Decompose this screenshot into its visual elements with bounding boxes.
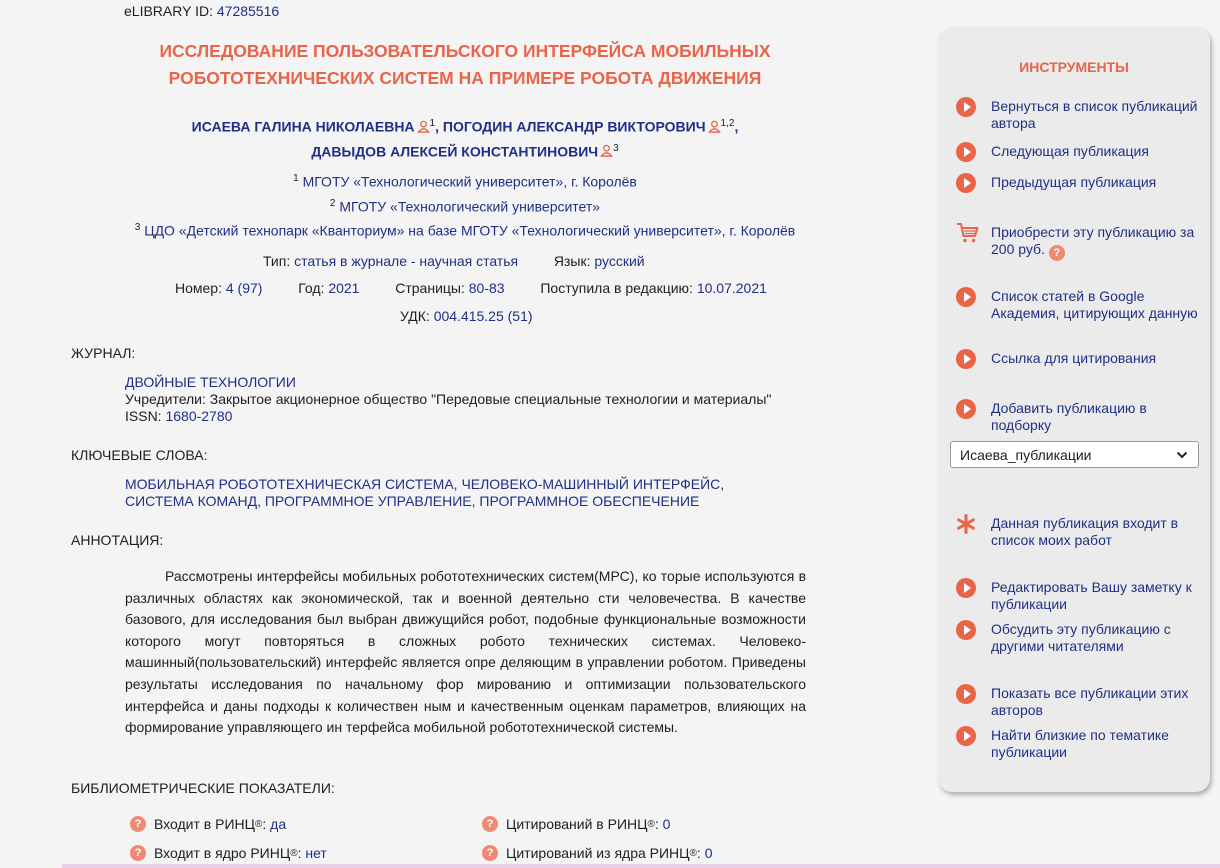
tools-sidebar: ИНСТРУМЕНТЫ Вернуться в список публикаци…	[938, 27, 1210, 792]
author-list: ИСАЕВА ГАЛИНА НИКОЛАЕВНА 1, ПОГОДИН АЛЕКС…	[191, 118, 739, 160]
keywords-list[interactable]: МОБИЛЬНАЯ РОБОТОТЕХНИЧЕСКАЯ СИСТЕМА, ЧЕЛ…	[125, 476, 785, 510]
metric-citations-rinc: ? Цитирований в РИНЦ ®: 0	[482, 816, 670, 832]
help-icon[interactable]: ?	[482, 845, 498, 861]
metric-in-core: ? Входит в ядро РИНЦ ®: нет	[130, 845, 327, 861]
play-icon	[956, 399, 976, 419]
play-icon	[956, 142, 976, 162]
journal-heading: ЖУРНАЛ:	[71, 345, 136, 361]
elibrary-id: eLIBRARY ID: 47285516	[124, 3, 280, 19]
udk-row: УДК: 004.415.25 (51)	[400, 308, 533, 324]
type-link[interactable]: статья в журнале - научная статья	[294, 253, 518, 269]
journal-founders: Учредители: Закрытое акционерное обществ…	[125, 391, 772, 407]
person-icon[interactable]	[707, 120, 721, 133]
play-icon	[956, 726, 976, 746]
tool-add-to-collection[interactable]: Добавить публикацию в подборку	[956, 399, 1206, 434]
journal-block: ДВОЙНЫЕ ТЕХНОЛОГИИ Учредители: Закрытое …	[125, 374, 772, 424]
help-icon[interactable]: ?	[130, 845, 146, 861]
play-icon	[956, 684, 976, 704]
author-link[interactable]: ДАВЫДОВ АЛЕКСЕЙ КОНСТАНТИНОВИЧ	[311, 143, 598, 159]
tool-prev-publication[interactable]: Предыдущая публикация	[956, 173, 1206, 193]
tool-citation-link[interactable]: Ссылка для цитирования	[956, 349, 1206, 369]
author-link[interactable]: ИСАЕВА ГАЛИНА НИКОЛАЕВНА	[192, 119, 415, 135]
help-icon[interactable]: ?	[1048, 245, 1065, 261]
language-link[interactable]: русский	[594, 253, 644, 269]
biblio-heading: БИБЛИОМЕТРИЧЕСКИЕ ПОКАЗАТЕЛИ:	[71, 780, 335, 796]
play-icon	[956, 620, 976, 640]
tool-similar-publications[interactable]: Найти близкие по тематике публикации	[956, 726, 1206, 761]
article-title: ИССЛЕДОВАНИЕ ПОЛЬЗОВАТЕЛЬСКОГО ИНТЕРФЕЙС…	[159, 41, 771, 88]
person-icon[interactable]	[416, 120, 430, 133]
sidebar-title: ИНСТРУМЕНТЫ	[1019, 59, 1129, 75]
pages-value: 80-83	[468, 280, 505, 296]
play-icon	[956, 287, 976, 307]
affiliation-list: 1 МГОТУ «Технологический университет», г…	[80, 168, 850, 242]
tool-edit-note[interactable]: Редактировать Вашу заметку к публикации	[956, 578, 1206, 613]
author-link[interactable]: ПОГОДИН АЛЕКСАНДР ВИКТОРОВИЧ	[443, 119, 706, 135]
issue-info-row: Номер: 4 (97) Год: 2021 Страницы: 80-83 …	[175, 280, 767, 296]
play-icon	[956, 578, 976, 598]
affiliation-item: 2 МГОТУ «Технологический университет»	[329, 197, 601, 215]
udk-value: 004.415.25 (51)	[433, 308, 533, 324]
asterisk-icon	[957, 514, 975, 534]
publication-main: eLIBRARY ID: 47285516 ИССЛЕДОВАНИЕ ПОЛЬЗ…	[0, 0, 930, 868]
tool-all-by-authors[interactable]: Показать все публикации этих авторов	[956, 684, 1206, 719]
help-icon[interactable]: ?	[130, 816, 146, 832]
tool-google-scholar-citations[interactable]: Список статей в Google Академия, цитирую…	[956, 287, 1206, 322]
tool-back-to-author-list[interactable]: Вернуться в список публикаций автора	[956, 97, 1206, 132]
year-value: 2021	[328, 280, 360, 296]
tool-next-publication[interactable]: Следующая публикация	[956, 142, 1206, 162]
metric-citations-core: ? Цитирований из ядра РИНЦ ®: 0	[482, 845, 712, 861]
metric-in-rinc: ? Входит в РИНЦ ®: да	[130, 816, 286, 832]
issn-link[interactable]: 1680-2780	[165, 408, 232, 424]
tool-discuss[interactable]: Обсудить эту публикацию с другими читате…	[956, 620, 1206, 655]
keywords-heading: КЛЮЧЕВЫЕ СЛОВА:	[71, 447, 208, 463]
tool-buy-publication[interactable]: Приобрести эту публикацию за 200 руб. ?	[956, 223, 1206, 261]
abstract-text: Рассмотрены интерфейсы мобильных роботот…	[125, 568, 806, 736]
journal-link[interactable]: ДВОЙНЫЕ ТЕХНОЛОГИИ	[125, 374, 296, 390]
person-icon[interactable]	[600, 144, 614, 158]
cart-icon	[957, 223, 979, 243]
received-date: 10.07.2021	[696, 280, 767, 296]
help-icon[interactable]: ?	[482, 816, 498, 832]
collection-select[interactable]: Исаева_публикации	[950, 441, 1199, 468]
tool-my-works[interactable]: Данная публикация входит в список моих р…	[956, 514, 1206, 549]
affiliation-item: 1 МГОТУ «Технологический университет», г…	[293, 173, 637, 190]
play-icon	[956, 97, 976, 117]
type-language-row: Тип: статья в журнале - научная статья Я…	[263, 253, 645, 269]
horizontal-scrollbar[interactable]	[62, 864, 1220, 868]
elibrary-id-link[interactable]: 47285516	[217, 3, 279, 19]
affiliation-item: 3 ЦДО «Детский технопарк «Кванториум» на…	[134, 222, 796, 239]
chevron-down-icon	[1176, 451, 1188, 458]
play-icon	[956, 349, 976, 369]
issue-number-link[interactable]: 4 (97)	[226, 280, 263, 296]
play-icon	[956, 173, 976, 193]
abstract-heading: АННОТАЦИЯ:	[71, 532, 164, 548]
